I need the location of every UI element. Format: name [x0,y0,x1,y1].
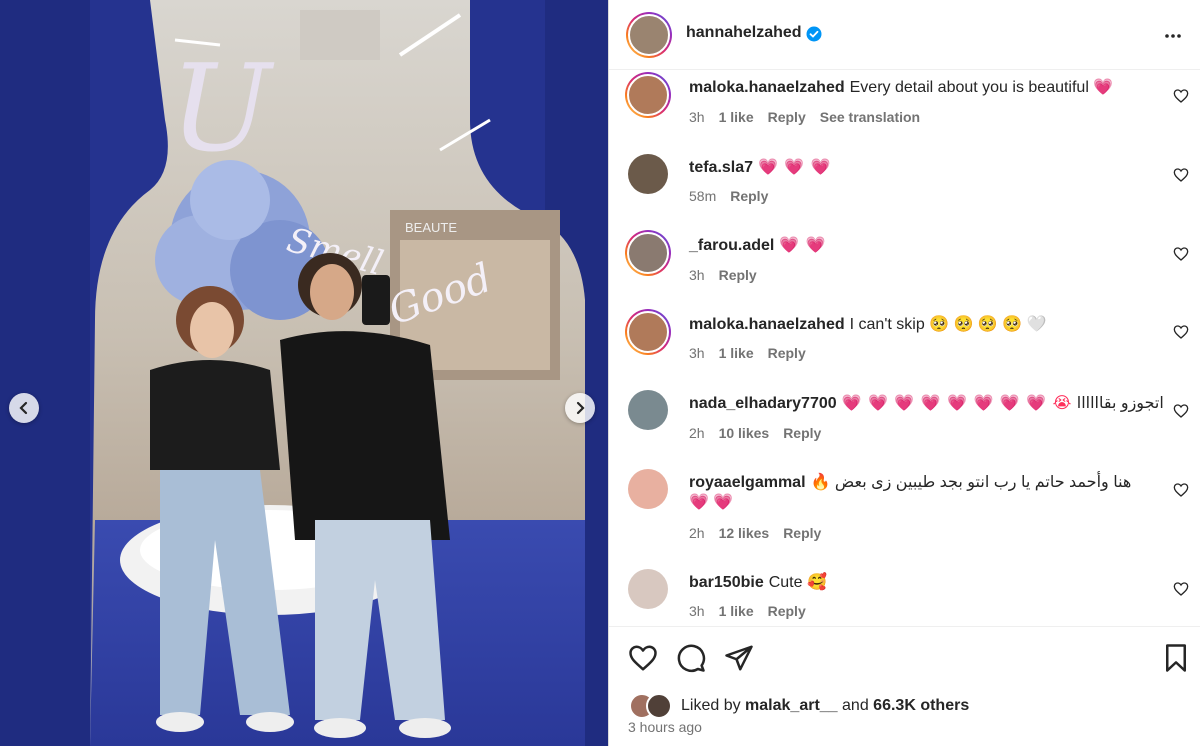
comment-time: 58m [689,188,717,204]
comment-meta: 2h 10 likes Reply [689,425,821,441]
comment-message: Every detail about you is beautiful [849,79,1089,96]
comment-time: 2h [689,425,705,441]
liked-by-prefix: Liked by [681,697,741,714]
reply-button[interactable]: Reply [768,109,806,125]
liked-by-user[interactable]: malak_art__ [745,697,838,715]
comment-meta: 2h 12 likes Reply [689,525,821,541]
comment-text: royaaelgammal 🔥 هنا وأحمد حاتم يا رب انتو… [689,473,1169,513]
liked-by-and: and [842,697,869,714]
liked-by-avatars [629,693,675,719]
comment-text: maloka.hanaelzahed I can't skip 🥺 🥺 🥺 🥺 🤍 [689,315,1159,335]
comment-meta: 58m Reply [689,188,768,204]
comment-like-heart-icon[interactable] [1173,403,1189,419]
comment-message: هنا وأحمد حاتم يا رب انتو بجد طيبين زى ب… [834,474,1132,491]
post-media[interactable]: BEAUTE U Smell Good [0,0,608,746]
comment-message: I can't skip [849,316,925,333]
comment-time: 2h [689,525,705,541]
commenter-username[interactable]: maloka.hanaelzahed [689,79,845,96]
comment-meta: 3h 1 like Reply See translation [689,109,920,125]
previous-photo-button[interactable] [9,393,39,423]
comment-time: 3h [689,603,705,619]
reply-button[interactable]: Reply [768,345,806,361]
reply-button[interactable]: Reply [768,603,806,619]
reply-button[interactable]: Reply [783,425,821,441]
commenter-avatar[interactable] [628,154,668,194]
comment-likes[interactable]: 1 like [719,345,754,361]
comment-likes[interactable]: 12 likes [719,525,770,541]
post-header: hannahelzahed [609,0,1200,70]
commenter-avatar[interactable] [625,72,671,118]
comment-message: اتجوزو بقاااااا [1076,395,1164,412]
comment-emoji: 🔥 [810,474,831,491]
sign-letter-text: U [170,40,275,179]
commenter-username[interactable]: royaaelgammal [689,474,806,491]
more-horizontal-icon[interactable] [1161,24,1185,48]
comment-message: Cute [768,574,803,591]
comment-meta: 3h 1 like Reply [689,345,806,361]
paper-plane-icon[interactable] [724,643,754,673]
comment-like-heart-icon[interactable] [1173,88,1189,104]
commenter-username[interactable]: bar150bie [689,574,764,591]
liked-by-summary: Liked by malak_art__ and 66.3K others [629,693,969,719]
bookmark-icon[interactable] [1161,643,1191,673]
comment-like-heart-icon[interactable] [1173,246,1189,262]
comment-emoji-line2: 💗 💗 [689,494,734,511]
store-sign-text: BEAUTE [405,220,457,235]
comment-emoji: 💗 💗 [779,237,827,254]
comment-time: 3h [689,109,705,125]
commenter-avatar[interactable] [628,390,668,430]
comment-likes[interactable]: 1 like [719,109,754,125]
comment-emoji: 🥺 🥺 🥺 🥺 🤍 [929,316,1047,333]
comment-likes[interactable]: 1 like [719,603,754,619]
commenter-username[interactable]: maloka.hanaelzahed [689,316,845,333]
commenter-avatar[interactable] [625,309,671,355]
comment-likes[interactable]: 10 likes [719,425,770,441]
post-details-panel: hannahelzahed maloka.hanaelzahed Every de… [608,0,1200,746]
comment-emoji: 💗 💗 💗 [758,159,832,176]
next-photo-button[interactable] [565,393,595,423]
see-translation-button[interactable]: See translation [820,109,920,125]
comment-like-heart-icon[interactable] [1173,324,1189,340]
liker-avatar [646,693,672,719]
commenter-username[interactable]: _farou.adel [689,237,774,254]
commenter-avatar[interactable] [628,569,668,609]
comment-like-heart-icon[interactable] [1173,581,1189,597]
comment-text: nada_elhadary7700 💗 💗 💗 💗 💗 💗 💗 💗 😭 اتجوز… [689,394,1169,414]
comment-bubble-icon[interactable] [676,643,706,673]
chevron-left-icon [19,401,28,415]
reply-button[interactable]: Reply [730,188,768,204]
comment-text: _farou.adel 💗 💗 [689,236,1159,256]
author-avatar[interactable] [626,12,672,58]
chevron-right-icon [576,401,585,415]
comment-meta: 3h 1 like Reply [689,603,806,619]
reply-button[interactable]: Reply [719,267,757,283]
comment-text: tefa.sla7 💗 💗 💗 [689,158,1159,178]
liked-by-others[interactable]: 66.3K others [873,697,969,715]
comment-text: bar150bie Cute 🥰 [689,573,1159,593]
comments-list: maloka.hanaelzahed Every detail about you… [609,70,1200,626]
post-timestamp[interactable]: 3 hours ago [628,719,702,735]
commenter-username[interactable]: nada_elhadary7700 [689,395,837,412]
comment-emoji: 🥰 [806,574,827,591]
reply-button[interactable]: Reply [783,525,821,541]
commenter-avatar[interactable] [625,230,671,276]
comment-like-heart-icon[interactable] [1173,167,1189,183]
heart-outline-icon[interactable] [628,643,658,673]
comment-text: maloka.hanaelzahed Every detail about you… [689,78,1159,98]
comment-emoji: 💗 💗 💗 💗 💗 💗 💗 💗 😭 [841,395,1073,412]
post-photo: BEAUTE U Smell Good [0,0,608,746]
author-username[interactable]: hannahelzahed [686,24,802,42]
comment-emoji: 💗 [1093,79,1115,96]
comment-time: 3h [689,345,705,361]
commenter-avatar[interactable] [628,469,668,509]
verified-badge-icon [806,26,822,42]
commenter-username[interactable]: tefa.sla7 [689,159,753,176]
comment-meta: 3h Reply [689,267,757,283]
comment-time: 3h [689,267,705,283]
comment-like-heart-icon[interactable] [1173,482,1189,498]
